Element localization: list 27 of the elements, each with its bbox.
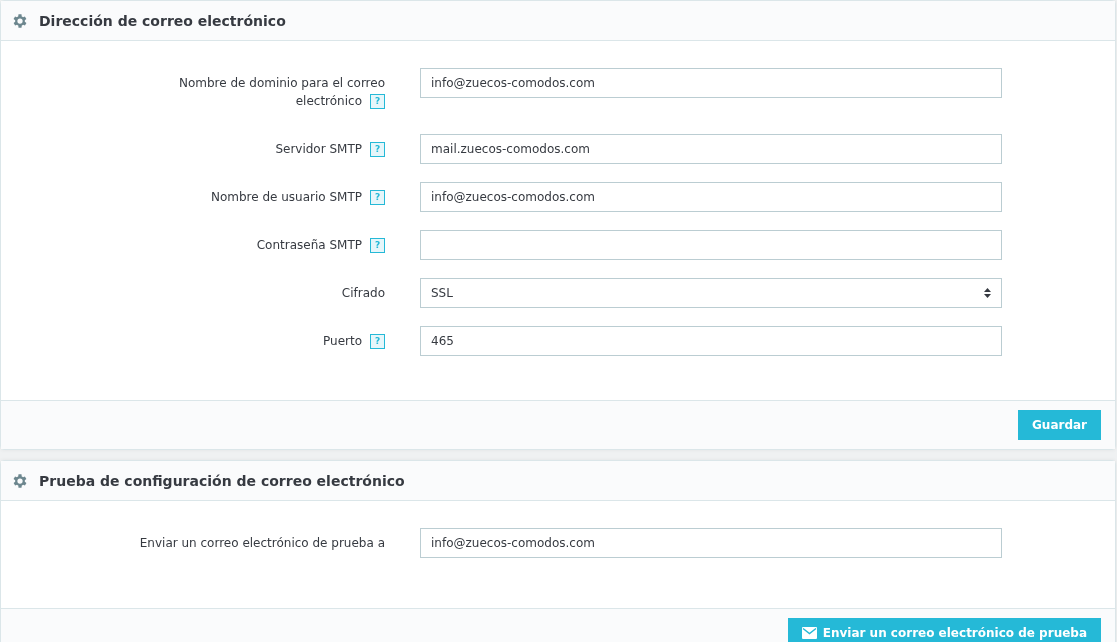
sort-caret-icon xyxy=(984,288,991,298)
input-field[interactable]: 465 xyxy=(420,326,1002,356)
settings-icon xyxy=(11,471,29,490)
field-label: Nombre de dominio para el correo electrónico ? xyxy=(177,75,385,110)
settings-icon xyxy=(11,11,29,30)
send-test-email-button[interactable]: Enviar un correo electrónico de prueba xyxy=(787,618,1101,642)
field-label: Servidor SMTP ? xyxy=(275,140,385,158)
help-icon[interactable]: ? xyxy=(370,190,385,205)
envelope-icon xyxy=(801,627,817,639)
panel-title: Prueba de configuración de correo electrónico xyxy=(39,472,405,489)
password-field[interactable] xyxy=(420,230,1002,260)
help-icon[interactable]: ? xyxy=(370,334,385,349)
select-field[interactable]: SSL xyxy=(420,278,1002,308)
input-field[interactable]: info@zuecos-comodos.com xyxy=(420,68,1002,98)
panel-title: Dirección de correo electrónico xyxy=(39,12,286,29)
help-icon[interactable]: ? xyxy=(370,238,385,253)
help-icon[interactable]: ? xyxy=(370,142,385,157)
field-label: Puerto ? xyxy=(323,332,385,350)
field-label: Enviar un correo electrónico de prueba a xyxy=(139,535,385,552)
field-label: Contraseña SMTP ? xyxy=(256,236,385,254)
input-field[interactable]: mail.zuecos-comodos.com xyxy=(420,134,1002,164)
field-label: Cifrado xyxy=(341,285,385,302)
input-field[interactable]: info@zuecos-comodos.com xyxy=(420,528,1002,558)
field-label: Nombre de usuario SMTP ? xyxy=(210,188,385,206)
save-button[interactable]: Guardar xyxy=(1018,410,1101,440)
help-icon[interactable]: ? xyxy=(370,94,385,109)
input-field[interactable]: info@zuecos-comodos.com xyxy=(420,182,1002,212)
